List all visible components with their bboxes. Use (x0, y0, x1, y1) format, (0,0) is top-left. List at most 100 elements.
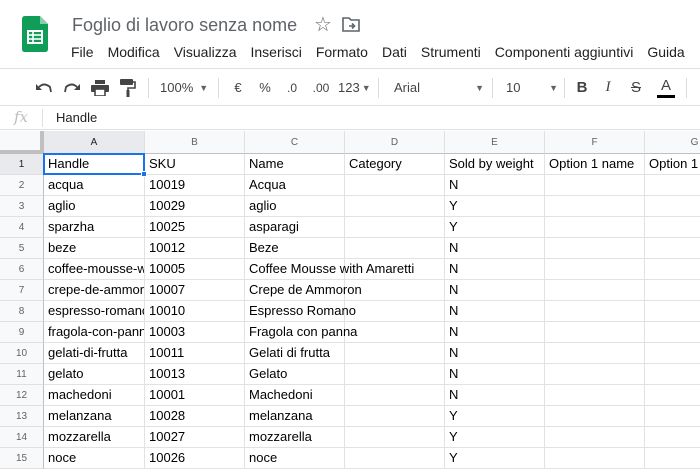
cell-e3[interactable]: Y (445, 196, 545, 217)
column-header-f[interactable]: F (545, 131, 645, 154)
cell-d9[interactable] (345, 322, 445, 343)
cell-g5[interactable] (645, 238, 700, 259)
cell-c12[interactable]: Machedoni (245, 385, 345, 406)
cell-d1[interactable]: Category (345, 154, 445, 175)
cell-e10[interactable]: N (445, 343, 545, 364)
text-color-button[interactable]: A (654, 69, 678, 106)
menu-strumenti[interactable]: Strumenti (414, 42, 488, 62)
cell-f8[interactable] (545, 301, 645, 322)
cell-f3[interactable] (545, 196, 645, 217)
row-header-6[interactable]: 6 (0, 259, 44, 280)
cell-f1[interactable]: Option 1 name (545, 154, 645, 175)
cell-e9[interactable]: N (445, 322, 545, 343)
decrease-decimal-button[interactable]: .0 (280, 69, 304, 106)
cell-a2[interactable]: acqua (44, 175, 145, 196)
redo-button[interactable] (60, 69, 84, 106)
column-header-d[interactable]: D (345, 131, 445, 154)
menu-componenti-aggiuntivi[interactable]: Componenti aggiuntivi (488, 42, 641, 62)
cell-e11[interactable]: N (445, 364, 545, 385)
cell-d2[interactable] (345, 175, 445, 196)
cell-f14[interactable] (545, 427, 645, 448)
cell-c5[interactable]: Beze (245, 238, 345, 259)
cell-a7[interactable]: crepe-de-ammor (44, 280, 145, 301)
row-header-14[interactable]: 14 (0, 427, 44, 448)
cell-a6[interactable]: coffee-mousse-w (44, 259, 145, 280)
cell-f10[interactable] (545, 343, 645, 364)
cell-a3[interactable]: aglio (44, 196, 145, 217)
cell-g9[interactable] (645, 322, 700, 343)
cell-b1[interactable]: SKU (145, 154, 245, 175)
cell-b13[interactable]: 10028 (145, 406, 245, 427)
cell-c8[interactable]: Espresso Romano (245, 301, 356, 322)
font-select[interactable]: Arial ▼ (394, 69, 484, 106)
menu-formato[interactable]: Formato (309, 42, 375, 62)
bold-button[interactable]: B (572, 69, 592, 106)
cell-c4[interactable]: asparagi (245, 217, 345, 238)
cell-a12[interactable]: machedoni (44, 385, 145, 406)
font-size-select[interactable]: 10 ▼ (506, 69, 558, 106)
cell-c11[interactable]: Gelato (245, 364, 345, 385)
column-header-b[interactable]: B (145, 131, 245, 154)
cell-g10[interactable] (645, 343, 700, 364)
cell-c6[interactable]: Coffee Mousse with Amaretti (245, 259, 414, 280)
menu-file[interactable]: File (64, 42, 101, 62)
menu-visualizza[interactable]: Visualizza (167, 42, 244, 62)
cell-f9[interactable] (545, 322, 645, 343)
cell-d11[interactable] (345, 364, 445, 385)
cell-d13[interactable] (345, 406, 445, 427)
cell-b12[interactable]: 10001 (145, 385, 245, 406)
cell-a9[interactable]: fragola-con-pann (44, 322, 145, 343)
cell-c10[interactable]: Gelati di frutta (245, 343, 345, 364)
cell-g14[interactable] (645, 427, 700, 448)
cell-e12[interactable]: N (445, 385, 545, 406)
cell-e4[interactable]: Y (445, 217, 545, 238)
cell-f12[interactable] (545, 385, 645, 406)
document-title[interactable]: Foglio di lavoro senza nome (72, 15, 297, 36)
cell-b6[interactable]: 10005 (145, 259, 245, 280)
cell-g15[interactable] (645, 448, 700, 469)
row-header-5[interactable]: 5 (0, 238, 44, 259)
cell-d3[interactable] (345, 196, 445, 217)
cell-e8[interactable]: N (445, 301, 545, 322)
cell-a1[interactable]: Handle (44, 154, 145, 175)
paint-format-button[interactable] (116, 69, 140, 106)
row-header-15[interactable]: 15 (0, 448, 44, 469)
cell-e13[interactable]: Y (445, 406, 545, 427)
cell-f15[interactable] (545, 448, 645, 469)
row-header-11[interactable]: 11 (0, 364, 44, 385)
cell-g13[interactable] (645, 406, 700, 427)
star-icon[interactable]: ☆ (314, 14, 332, 36)
currency-format-button[interactable]: € (228, 69, 248, 106)
cell-e6[interactable]: N (445, 259, 545, 280)
column-header-g[interactable]: G (645, 131, 700, 154)
cell-d4[interactable] (345, 217, 445, 238)
cell-c3[interactable]: aglio (245, 196, 345, 217)
cell-e15[interactable]: Y (445, 448, 545, 469)
cell-f4[interactable] (545, 217, 645, 238)
cell-g2[interactable] (645, 175, 700, 196)
undo-button[interactable] (32, 69, 56, 106)
cell-e7[interactable]: N (445, 280, 545, 301)
cell-a11[interactable]: gelato (44, 364, 145, 385)
row-header-9[interactable]: 9 (0, 322, 44, 343)
cell-a8[interactable]: espresso-romano (44, 301, 145, 322)
column-header-a[interactable]: A (44, 131, 145, 154)
cell-b3[interactable]: 10029 (145, 196, 245, 217)
row-header-12[interactable]: 12 (0, 385, 44, 406)
cell-c7[interactable]: Crepe de Ammoron (245, 280, 362, 301)
cell-b9[interactable]: 10003 (145, 322, 245, 343)
cell-b10[interactable]: 10011 (145, 343, 245, 364)
row-header-2[interactable]: 2 (0, 175, 44, 196)
cell-e14[interactable]: Y (445, 427, 545, 448)
cell-b15[interactable]: 10026 (145, 448, 245, 469)
cell-f5[interactable] (545, 238, 645, 259)
row-header-7[interactable]: 7 (0, 280, 44, 301)
cell-a13[interactable]: melanzana (44, 406, 145, 427)
cell-g12[interactable] (645, 385, 700, 406)
cell-g8[interactable] (645, 301, 700, 322)
cell-a5[interactable]: beze (44, 238, 145, 259)
italic-button[interactable]: I (598, 69, 618, 106)
row-header-4[interactable]: 4 (0, 217, 44, 238)
cell-g11[interactable] (645, 364, 700, 385)
cell-b4[interactable]: 10025 (145, 217, 245, 238)
